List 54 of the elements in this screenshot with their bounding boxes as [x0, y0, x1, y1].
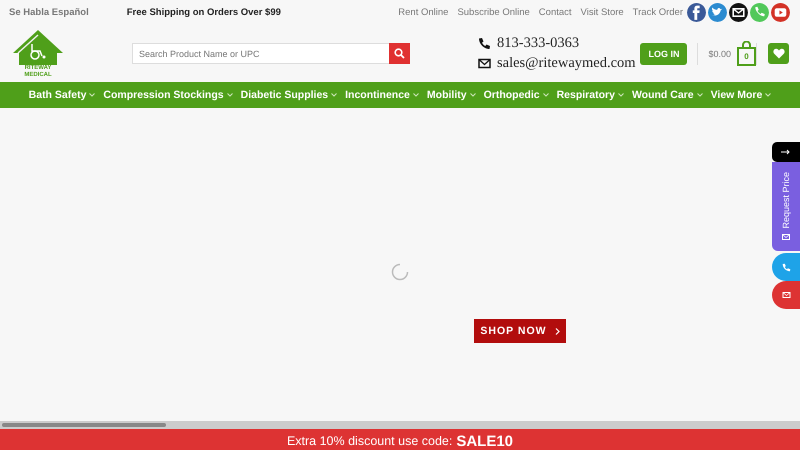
nav-link[interactable]: Bath Safety: [28, 89, 96, 101]
chevron-down-icon: [618, 93, 624, 97]
nav-link[interactable]: Orthopedic: [484, 89, 549, 101]
heart-icon: [772, 48, 784, 59]
nav-link[interactable]: Incontinence: [345, 89, 419, 101]
email-tab[interactable]: [772, 281, 800, 309]
top-link[interactable]: Track Order: [632, 7, 683, 18]
phone-icon: [478, 37, 491, 50]
arrow-icon: [781, 149, 791, 155]
chevron-down-icon: [226, 93, 233, 97]
wishlist-button[interactable]: [768, 43, 789, 64]
nav-link[interactable]: Mobility: [426, 89, 476, 101]
top-link[interactable]: Contact: [538, 7, 572, 18]
email-address[interactable]: sales@ritewaymed.com: [497, 55, 636, 72]
nav-link[interactable]: Respiratory: [556, 89, 624, 101]
chevron-down-icon: [412, 93, 419, 97]
envelope-icon: [478, 57, 491, 70]
phone-number[interactable]: 813-333-0363: [497, 35, 580, 52]
shop-now-button[interactable]: SHOP NOW: [474, 319, 566, 343]
login-button[interactable]: LOG IN: [640, 42, 688, 64]
chevron-down-icon: [89, 93, 96, 97]
cart-button[interactable]: 0: [737, 41, 756, 66]
youtube-icon[interactable]: [771, 3, 790, 22]
twitter-icon[interactable]: [708, 3, 727, 22]
chevron-icon: [554, 328, 560, 334]
logo-house-icon[interactable]: [12, 29, 64, 65]
shipping-note: Free Shipping on Orders Over $99: [126, 7, 281, 18]
call-tab[interactable]: [772, 253, 800, 281]
chevron-down-icon: [765, 93, 772, 97]
nav-link[interactable]: Compression Stockings: [103, 89, 233, 101]
facebook-icon[interactable]: [687, 3, 706, 22]
nav-link[interactable]: View More: [710, 89, 772, 101]
envelope-icon: [782, 233, 790, 242]
chevron-down-icon: [470, 93, 476, 97]
request-price-tab[interactable]: Request Price: [772, 162, 800, 251]
nav-link[interactable]: Diabetic Supplies: [240, 89, 338, 101]
search-button[interactable]: [389, 43, 410, 64]
envelope-icon: [782, 291, 790, 299]
arrow-tab[interactable]: [772, 142, 800, 162]
chevron-down-icon: [542, 93, 549, 97]
phone-icon: [782, 262, 790, 272]
top-link[interactable]: Visit Store: [580, 7, 624, 18]
discount-code: SALE10: [456, 434, 514, 449]
chevron-down-icon: [331, 93, 338, 97]
email-icon[interactable]: [729, 3, 748, 22]
discount-text: Extra 10% discount use code:: [286, 434, 452, 449]
top-link[interactable]: Subscribe Online: [457, 7, 530, 18]
chevron-down-icon: [696, 93, 703, 97]
top-link[interactable]: Rent Online: [398, 7, 448, 18]
loading-spinner-icon: [391, 263, 409, 281]
cart-total[interactable]: $0.00: [708, 48, 731, 58]
nav-link[interactable]: Wound Care: [632, 89, 703, 101]
language-note: Se Habla Español: [9, 7, 89, 18]
search-icon: [394, 48, 405, 59]
